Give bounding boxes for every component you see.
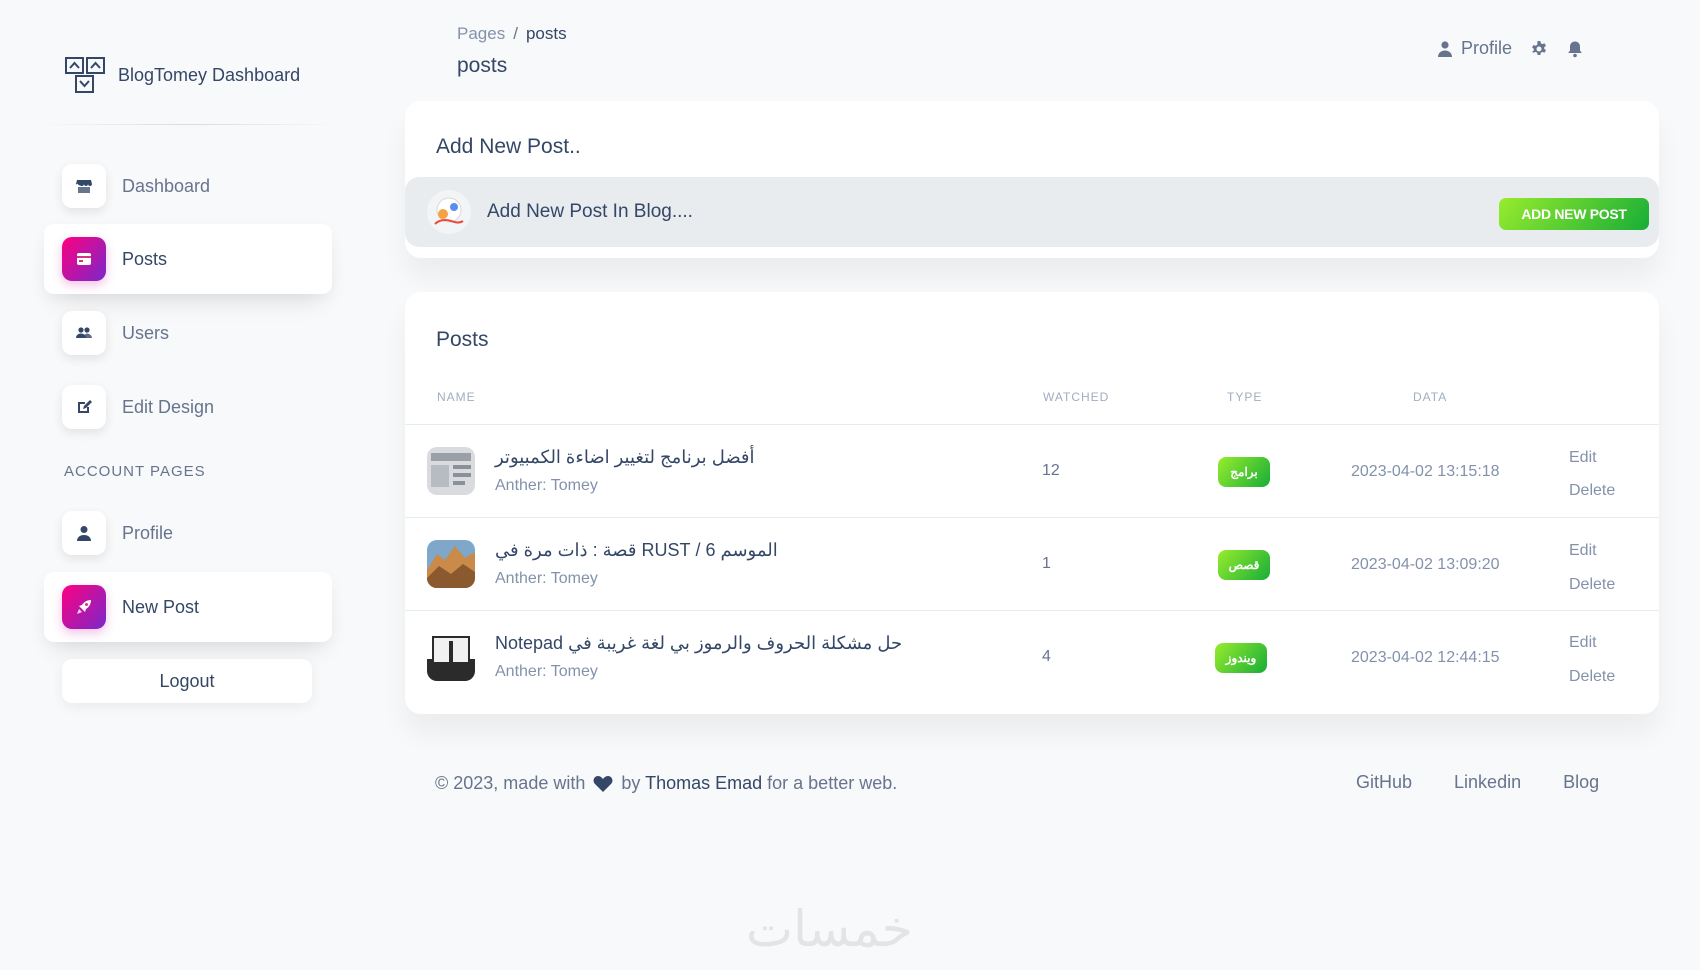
post-date: 2023-04-02 13:15:18 [1351,463,1500,480]
sidebar-item-dashboard[interactable]: Dashboard [44,151,332,221]
sidebar-item-label: Users [122,322,170,343]
footer-links: GitHub Linkedin Blog [1356,772,1599,793]
sidebar-item-label: Profile [122,522,174,543]
delete-post-link[interactable]: Delete [1569,668,1615,686]
footer-credits: © 2023, made with by Thomas Emad for a b… [435,773,897,794]
brand-logo-icon [65,57,105,93]
column-header-name: NAME [437,390,476,404]
post-title[interactable]: الموسم 6 / RUST قصة : ذات مرة في [495,540,778,561]
bell-icon[interactable] [1566,40,1584,58]
user-avatar [427,190,471,234]
posts-icon [62,237,106,281]
sidebar-item-posts[interactable]: Posts [44,224,332,294]
users-icon [62,311,106,355]
sidebar-item-edit-design[interactable]: Edit Design [44,372,332,442]
page-title: posts [457,54,508,77]
add-new-post-button[interactable]: ADD NEW POST [1499,198,1649,230]
add-post-prompt: Add New Post In Blog.... [487,201,693,222]
heart-icon [593,776,613,793]
edit-icon [62,385,106,429]
column-header-type: TYPE [1227,390,1263,404]
watermark-logo: خمسات [746,900,913,958]
breadcrumb-current: posts [525,24,567,43]
post-date: 2023-04-02 12:44:15 [1351,649,1500,666]
posts-title: Posts [436,328,489,351]
sidebar-divider [40,124,340,125]
column-header-watched: WATCHED [1043,390,1110,404]
delete-post-link[interactable]: Delete [1569,576,1615,594]
section-label-account-pages: ACCOUNT PAGES [64,463,206,480]
post-type-badge: برامج [1218,457,1270,487]
breadcrumb-root[interactable]: Pages [457,24,505,44]
add-post-title: Add New Post.. [436,135,581,158]
table-row: أفضل برنامج لتغيير اضاءة الكمبيوتر Anthe… [405,424,1659,516]
sidebar-item-users[interactable]: Users [44,298,332,368]
logout-button[interactable]: Logout [62,659,312,703]
sidebar-item-label: Dashboard [122,175,211,196]
edit-post-link[interactable]: Edit [1569,634,1597,652]
sidebar-item-new-post[interactable]: New Post [44,572,332,642]
post-type-badge: ويندوز [1215,643,1267,673]
post-thumbnail [427,447,475,495]
footer-link-blog[interactable]: Blog [1563,772,1599,793]
post-thumbnail [427,540,475,588]
sidebar: BlogTomey Dashboard Dashboard Posts User… [0,0,360,970]
post-thumbnail [427,633,475,681]
footer-link-github[interactable]: GitHub [1356,772,1412,793]
posts-table-header: NAME WATCHED TYPE DATA [405,390,1659,424]
user-icon [1438,40,1452,57]
brand[interactable]: BlogTomey Dashboard [64,54,300,96]
post-author: Anther: Tomey [495,570,598,587]
footer-by: by [621,773,641,793]
person-icon [62,511,106,555]
post-watched-count: 12 [1042,462,1060,479]
post-title[interactable]: أفضل برنامج لتغيير اضاءة الكمبيوتر [495,447,755,468]
sidebar-item-label: Edit Design [122,396,215,417]
sidebar-item-label: Posts [122,248,168,269]
footer-suffix: for a better web. [767,773,898,793]
post-date: 2023-04-02 13:09:20 [1351,556,1500,573]
table-row: الموسم 6 / RUST قصة : ذات مرة في Anther:… [405,517,1659,609]
breadcrumb-separator: / [513,24,518,43]
footer-prefix: © 2023, made with [435,773,586,793]
column-header-data: DATA [1413,390,1448,404]
post-author: Anther: Tomey [495,663,598,680]
post-title[interactable]: حل مشكلة الحروف والرموز بي لغة غريبة في … [495,633,902,654]
add-post-bar[interactable]: Add New Post In Blog.... ADD NEW POST [405,177,1659,247]
profile-label: Profile [1461,38,1513,58]
post-watched-count: 1 [1042,555,1051,572]
table-row: حل مشكلة الحروف والرموز بي لغة غريبة في … [405,610,1659,702]
gear-icon[interactable] [1530,40,1548,58]
rocket-icon [62,585,106,629]
edit-post-link[interactable]: Edit [1569,542,1597,560]
sidebar-item-profile[interactable]: Profile [44,498,332,568]
brand-name: BlogTomey Dashboard [118,64,301,85]
edit-post-link[interactable]: Edit [1569,449,1597,467]
profile-link[interactable]: Profile [1436,38,1512,59]
footer-author-link[interactable]: Thomas Emad [645,773,762,793]
post-type-badge: قصص [1218,550,1270,580]
post-watched-count: 4 [1042,648,1051,665]
footer-link-linkedin[interactable]: Linkedin [1454,772,1521,793]
breadcrumb: Pages / posts [457,24,567,44]
shop-icon [62,164,106,208]
post-author: Anther: Tomey [495,477,598,494]
top-navbar: Profile [1436,38,1584,59]
add-post-card: Add New Post.. Add New Post In Blog.... … [405,101,1659,258]
sidebar-item-label: New Post [122,596,200,617]
delete-post-link[interactable]: Delete [1569,482,1615,500]
